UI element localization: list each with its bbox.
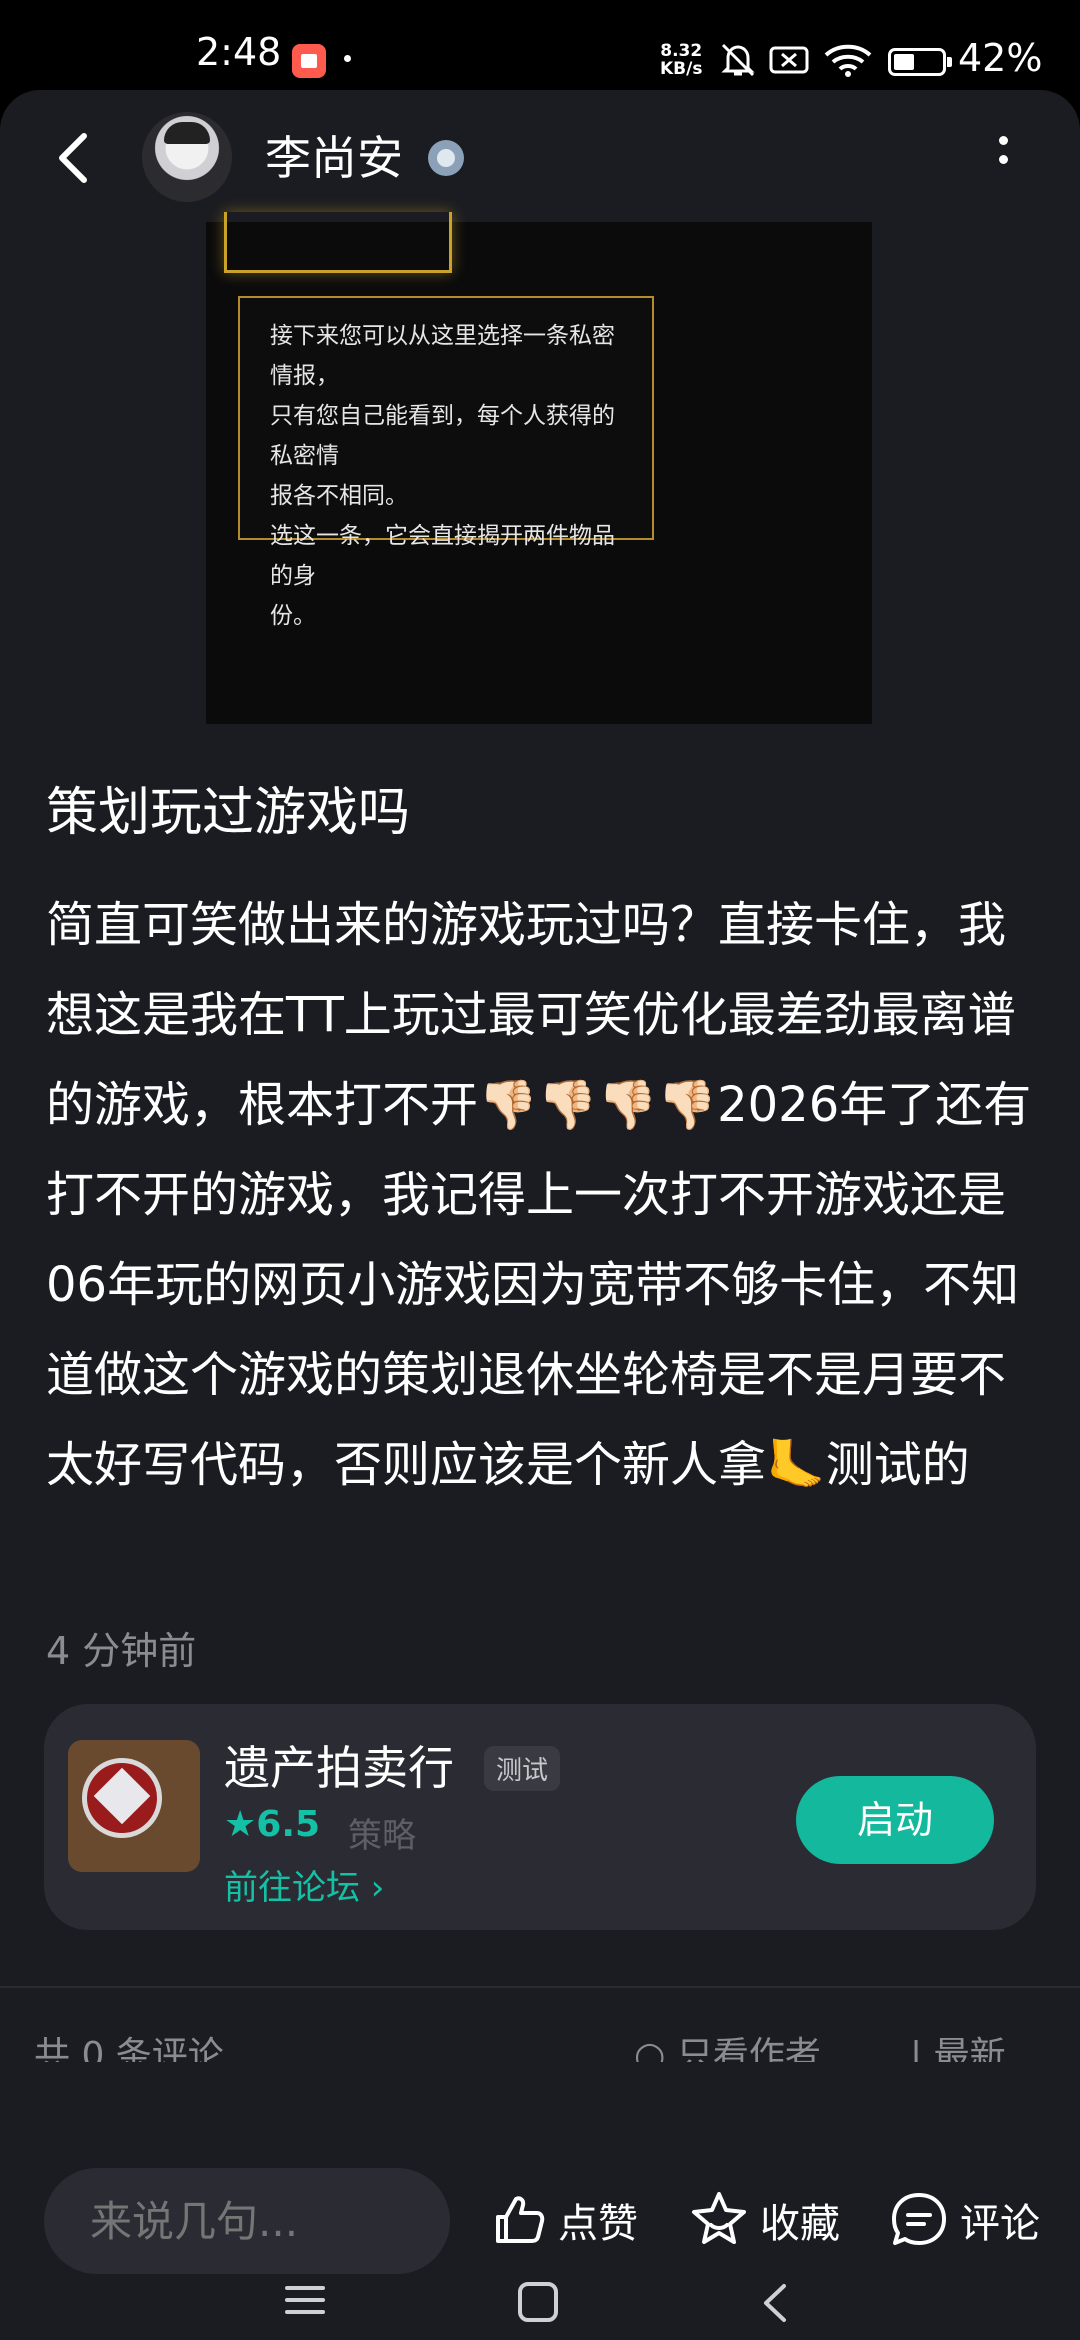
foot-emoji: 🦶 xyxy=(766,1437,826,1493)
wifi-icon xyxy=(824,44,872,77)
app-notification-icon xyxy=(292,44,326,78)
test-badge: 测试 xyxy=(484,1746,561,1791)
game-icon[interactable] xyxy=(68,1740,200,1872)
comments-header: 共 0 条评论 ○ 只看作者 | 最新 xyxy=(34,2022,1046,2062)
status-bar: 2:48 8.32 KB/s 42% xyxy=(0,0,1080,92)
star-icon xyxy=(692,2192,746,2244)
divider xyxy=(0,1986,1080,1988)
game-card[interactable]: 遗产拍卖行 测试 ★6.5 策略 前往论坛 › 启动 xyxy=(44,1704,1036,1930)
system-nav-bar xyxy=(0,2280,1080,2340)
menu-icon[interactable] xyxy=(282,2280,328,2320)
status-time: 2:48 xyxy=(196,30,282,74)
battery-percent: 42% xyxy=(958,36,1043,80)
highlight-frame xyxy=(224,212,452,273)
bottom-action-bar: 点赞 收藏 评论 xyxy=(0,2066,1080,2274)
network-speed: 8.32 KB/s xyxy=(660,41,703,79)
more-notifications-dot xyxy=(344,55,351,62)
home-icon[interactable] xyxy=(516,2280,560,2324)
comment-button[interactable]: 评论 xyxy=(888,2184,1040,2256)
post-timestamp: 4 分钟前 xyxy=(46,1629,197,1673)
sort-newest[interactable]: | 最新 xyxy=(910,2026,1006,2062)
game-name[interactable]: 遗产拍卖行 xyxy=(224,1732,454,1798)
comment-bubble-icon xyxy=(892,2193,946,2245)
author-only-toggle[interactable]: ○ 只看作者 xyxy=(634,2026,821,2062)
more-options-icon[interactable] xyxy=(996,130,1010,180)
launch-button[interactable]: 启动 xyxy=(796,1776,994,1864)
post-body: 简直可笑做出来的游戏玩过吗？直接卡住，我想这是我在TT上玩过最可笑优化最差劲最离… xyxy=(46,897,1032,1493)
like-button[interactable]: 点赞 xyxy=(490,2184,638,2256)
favorite-button[interactable]: 收藏 xyxy=(688,2184,840,2256)
game-rating: ★6.5 xyxy=(224,1804,321,1845)
game-genre: 策略 xyxy=(348,1816,416,1856)
author-avatar[interactable] xyxy=(142,112,232,202)
thumbs-up-icon xyxy=(496,2196,545,2243)
comment-input[interactable] xyxy=(44,2168,450,2274)
go-to-forum-link[interactable]: 前往论坛 › xyxy=(224,1860,384,1909)
mute-bell-icon xyxy=(721,43,755,77)
no-sim-icon xyxy=(769,46,809,74)
back-arrow-icon[interactable] xyxy=(50,128,100,188)
author-name[interactable]: 李尚安 xyxy=(265,122,403,188)
comments-count: 共 0 条评论 xyxy=(34,2035,224,2062)
verified-badge-icon xyxy=(428,140,464,176)
image-tip-box: 接下来您可以从这里选择一条私密情报， 只有您自己能看到，每个人获得的私密情 报各… xyxy=(238,296,654,629)
thumbs-down-emojis: 👎🏻👎🏻👎🏻👎🏻 xyxy=(478,1077,718,1133)
post-image[interactable]: 接下来您可以从这里选择一条私密情报， 只有您自己能看到，每个人获得的私密情 报各… xyxy=(206,212,872,724)
battery-icon xyxy=(888,48,952,76)
post-title: 策划玩过游戏吗 xyxy=(46,783,411,843)
back-nav-icon[interactable] xyxy=(758,2280,792,2326)
post-detail-sheet: 李尚安 接下来您可以从这里选择一条私密情报， 只有您自己能看到，每个人获得的私密… xyxy=(0,90,1080,2340)
